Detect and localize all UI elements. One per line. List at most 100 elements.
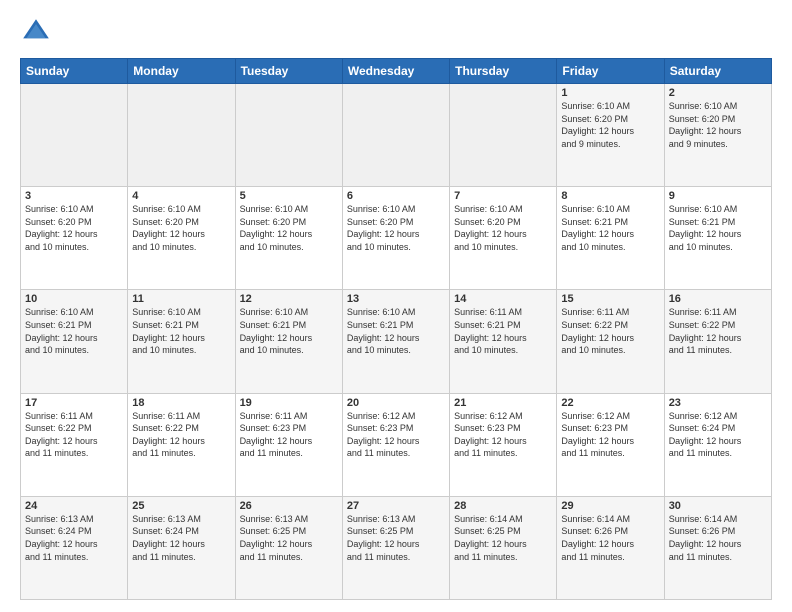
week-row-2: 3Sunrise: 6:10 AM Sunset: 6:20 PM Daylig… — [21, 187, 772, 290]
day-number: 17 — [25, 397, 123, 409]
day-info: Sunrise: 6:14 AM Sunset: 6:26 PM Dayligh… — [561, 513, 659, 563]
day-info: Sunrise: 6:12 AM Sunset: 6:23 PM Dayligh… — [561, 410, 659, 460]
header — [20, 16, 772, 48]
day-number: 18 — [132, 397, 230, 409]
day-number: 28 — [454, 500, 552, 512]
day-number: 10 — [25, 293, 123, 305]
day-info: Sunrise: 6:10 AM Sunset: 6:20 PM Dayligh… — [347, 203, 445, 253]
day-info: Sunrise: 6:14 AM Sunset: 6:26 PM Dayligh… — [669, 513, 767, 563]
calendar-cell: 11Sunrise: 6:10 AM Sunset: 6:21 PM Dayli… — [128, 290, 235, 393]
calendar-cell: 27Sunrise: 6:13 AM Sunset: 6:25 PM Dayli… — [342, 496, 449, 599]
day-info: Sunrise: 6:12 AM Sunset: 6:24 PM Dayligh… — [669, 410, 767, 460]
calendar-cell: 22Sunrise: 6:12 AM Sunset: 6:23 PM Dayli… — [557, 393, 664, 496]
calendar-cell: 25Sunrise: 6:13 AM Sunset: 6:24 PM Dayli… — [128, 496, 235, 599]
col-header-thursday: Thursday — [450, 59, 557, 84]
day-info: Sunrise: 6:11 AM Sunset: 6:21 PM Dayligh… — [454, 306, 552, 356]
day-number: 8 — [561, 190, 659, 202]
week-row-3: 10Sunrise: 6:10 AM Sunset: 6:21 PM Dayli… — [21, 290, 772, 393]
calendar-cell — [128, 84, 235, 187]
col-header-monday: Monday — [128, 59, 235, 84]
logo-icon — [20, 16, 52, 48]
day-info: Sunrise: 6:11 AM Sunset: 6:22 PM Dayligh… — [25, 410, 123, 460]
day-number: 25 — [132, 500, 230, 512]
week-row-1: 1Sunrise: 6:10 AM Sunset: 6:20 PM Daylig… — [21, 84, 772, 187]
day-info: Sunrise: 6:10 AM Sunset: 6:20 PM Dayligh… — [25, 203, 123, 253]
calendar-cell: 6Sunrise: 6:10 AM Sunset: 6:20 PM Daylig… — [342, 187, 449, 290]
calendar-cell: 21Sunrise: 6:12 AM Sunset: 6:23 PM Dayli… — [450, 393, 557, 496]
day-info: Sunrise: 6:10 AM Sunset: 6:20 PM Dayligh… — [669, 100, 767, 150]
calendar-cell: 8Sunrise: 6:10 AM Sunset: 6:21 PM Daylig… — [557, 187, 664, 290]
col-header-saturday: Saturday — [664, 59, 771, 84]
day-number: 22 — [561, 397, 659, 409]
day-info: Sunrise: 6:10 AM Sunset: 6:20 PM Dayligh… — [454, 203, 552, 253]
calendar-cell: 18Sunrise: 6:11 AM Sunset: 6:22 PM Dayli… — [128, 393, 235, 496]
calendar-cell: 1Sunrise: 6:10 AM Sunset: 6:20 PM Daylig… — [557, 84, 664, 187]
calendar-cell: 7Sunrise: 6:10 AM Sunset: 6:20 PM Daylig… — [450, 187, 557, 290]
day-number: 19 — [240, 397, 338, 409]
day-info: Sunrise: 6:10 AM Sunset: 6:21 PM Dayligh… — [669, 203, 767, 253]
day-info: Sunrise: 6:10 AM Sunset: 6:21 PM Dayligh… — [25, 306, 123, 356]
calendar-cell: 24Sunrise: 6:13 AM Sunset: 6:24 PM Dayli… — [21, 496, 128, 599]
day-number: 29 — [561, 500, 659, 512]
day-info: Sunrise: 6:10 AM Sunset: 6:21 PM Dayligh… — [561, 203, 659, 253]
day-number: 21 — [454, 397, 552, 409]
calendar-cell: 26Sunrise: 6:13 AM Sunset: 6:25 PM Dayli… — [235, 496, 342, 599]
day-number: 30 — [669, 500, 767, 512]
day-info: Sunrise: 6:11 AM Sunset: 6:22 PM Dayligh… — [132, 410, 230, 460]
day-number: 1 — [561, 87, 659, 99]
day-number: 12 — [240, 293, 338, 305]
calendar-cell: 28Sunrise: 6:14 AM Sunset: 6:25 PM Dayli… — [450, 496, 557, 599]
calendar-cell: 9Sunrise: 6:10 AM Sunset: 6:21 PM Daylig… — [664, 187, 771, 290]
calendar-cell: 10Sunrise: 6:10 AM Sunset: 6:21 PM Dayli… — [21, 290, 128, 393]
day-number: 9 — [669, 190, 767, 202]
day-info: Sunrise: 6:10 AM Sunset: 6:21 PM Dayligh… — [240, 306, 338, 356]
col-header-sunday: Sunday — [21, 59, 128, 84]
day-info: Sunrise: 6:13 AM Sunset: 6:24 PM Dayligh… — [25, 513, 123, 563]
day-number: 3 — [25, 190, 123, 202]
col-header-tuesday: Tuesday — [235, 59, 342, 84]
day-info: Sunrise: 6:10 AM Sunset: 6:20 PM Dayligh… — [561, 100, 659, 150]
day-number: 11 — [132, 293, 230, 305]
calendar-cell: 29Sunrise: 6:14 AM Sunset: 6:26 PM Dayli… — [557, 496, 664, 599]
day-info: Sunrise: 6:13 AM Sunset: 6:24 PM Dayligh… — [132, 513, 230, 563]
calendar-cell: 14Sunrise: 6:11 AM Sunset: 6:21 PM Dayli… — [450, 290, 557, 393]
day-info: Sunrise: 6:13 AM Sunset: 6:25 PM Dayligh… — [240, 513, 338, 563]
day-info: Sunrise: 6:11 AM Sunset: 6:22 PM Dayligh… — [669, 306, 767, 356]
calendar-header: SundayMondayTuesdayWednesdayThursdayFrid… — [21, 59, 772, 84]
day-number: 13 — [347, 293, 445, 305]
day-number: 14 — [454, 293, 552, 305]
calendar-table: SundayMondayTuesdayWednesdayThursdayFrid… — [20, 58, 772, 600]
day-info: Sunrise: 6:14 AM Sunset: 6:25 PM Dayligh… — [454, 513, 552, 563]
day-info: Sunrise: 6:10 AM Sunset: 6:21 PM Dayligh… — [347, 306, 445, 356]
day-number: 15 — [561, 293, 659, 305]
day-info: Sunrise: 6:13 AM Sunset: 6:25 PM Dayligh… — [347, 513, 445, 563]
calendar-cell: 23Sunrise: 6:12 AM Sunset: 6:24 PM Dayli… — [664, 393, 771, 496]
calendar-cell: 17Sunrise: 6:11 AM Sunset: 6:22 PM Dayli… — [21, 393, 128, 496]
day-number: 7 — [454, 190, 552, 202]
calendar-cell: 4Sunrise: 6:10 AM Sunset: 6:20 PM Daylig… — [128, 187, 235, 290]
calendar-cell — [450, 84, 557, 187]
day-info: Sunrise: 6:10 AM Sunset: 6:20 PM Dayligh… — [240, 203, 338, 253]
calendar-cell: 12Sunrise: 6:10 AM Sunset: 6:21 PM Dayli… — [235, 290, 342, 393]
calendar-cell — [21, 84, 128, 187]
day-info: Sunrise: 6:11 AM Sunset: 6:23 PM Dayligh… — [240, 410, 338, 460]
day-info: Sunrise: 6:10 AM Sunset: 6:20 PM Dayligh… — [132, 203, 230, 253]
calendar-cell: 13Sunrise: 6:10 AM Sunset: 6:21 PM Dayli… — [342, 290, 449, 393]
day-headers-row: SundayMondayTuesdayWednesdayThursdayFrid… — [21, 59, 772, 84]
day-number: 26 — [240, 500, 338, 512]
calendar-cell: 2Sunrise: 6:10 AM Sunset: 6:20 PM Daylig… — [664, 84, 771, 187]
calendar-cell: 20Sunrise: 6:12 AM Sunset: 6:23 PM Dayli… — [342, 393, 449, 496]
calendar-cell: 3Sunrise: 6:10 AM Sunset: 6:20 PM Daylig… — [21, 187, 128, 290]
day-info: Sunrise: 6:12 AM Sunset: 6:23 PM Dayligh… — [454, 410, 552, 460]
day-number: 5 — [240, 190, 338, 202]
col-header-wednesday: Wednesday — [342, 59, 449, 84]
day-number: 27 — [347, 500, 445, 512]
day-info: Sunrise: 6:11 AM Sunset: 6:22 PM Dayligh… — [561, 306, 659, 356]
week-row-5: 24Sunrise: 6:13 AM Sunset: 6:24 PM Dayli… — [21, 496, 772, 599]
calendar-cell: 19Sunrise: 6:11 AM Sunset: 6:23 PM Dayli… — [235, 393, 342, 496]
day-number: 4 — [132, 190, 230, 202]
calendar-cell: 15Sunrise: 6:11 AM Sunset: 6:22 PM Dayli… — [557, 290, 664, 393]
day-number: 20 — [347, 397, 445, 409]
col-header-friday: Friday — [557, 59, 664, 84]
day-info: Sunrise: 6:12 AM Sunset: 6:23 PM Dayligh… — [347, 410, 445, 460]
